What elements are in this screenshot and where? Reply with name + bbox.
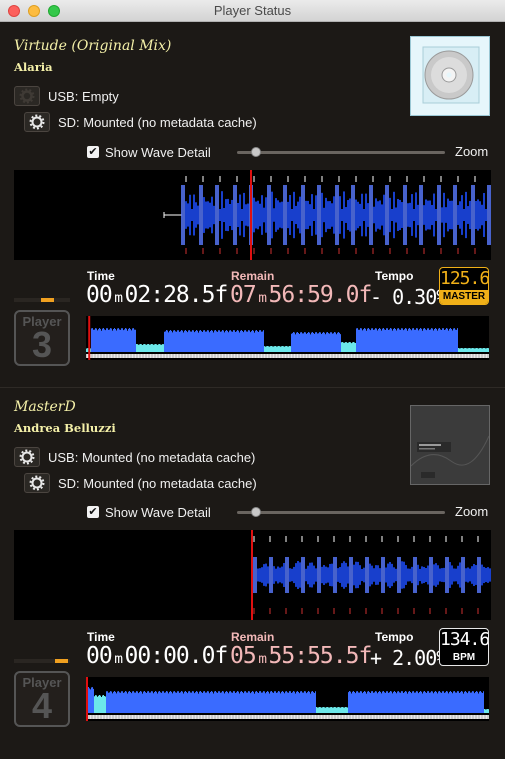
player-number: 4 [31,685,53,726]
bpm-label: BPM [452,652,476,663]
sd-settings-button[interactable] [24,473,50,493]
zoom-slider[interactable] [237,147,445,157]
bpm-display: 134.6 BPM [439,628,489,666]
player-number-badge: Player 3 [14,310,70,366]
track-title: Virtude (Original Mix) [14,38,172,54]
time-value: 00ₘ02:28.5f [86,282,228,308]
remain-value: 05ₘ55:55.5f [230,643,372,669]
tempo-value: + 2.00% [370,646,448,670]
time-value: 00ₘ00:00.0f [86,643,228,669]
sd-status: SD: Mounted (no metadata cache) [58,114,257,130]
sd-settings-button[interactable] [24,112,50,132]
sd-slot: SD: Mounted (no metadata cache) [24,472,257,494]
gear-icon [19,449,35,465]
usb-settings-button[interactable] [14,86,40,106]
album-art [410,405,490,485]
usb-settings-button[interactable] [14,447,40,467]
wave-detail-display[interactable] [14,170,491,260]
tempo-value: - 0.30% [370,285,448,309]
gear-icon [29,475,45,491]
track-artist: Andrea Belluzzi [14,421,116,435]
wave-detail-checkbox[interactable]: ✔ [87,146,99,158]
remain-label: Remain [231,630,275,644]
wave-detail-label: Show Wave Detail [105,144,211,160]
waveform-preview [85,677,489,721]
remain-value: 07ₘ56:59.0f [230,282,372,308]
waveform-overview[interactable] [85,677,489,721]
zoom-slider-knob[interactable] [250,507,261,517]
zoom-label: Zoom [455,144,489,159]
player-number: 3 [31,324,53,365]
waveform-preview [85,316,489,360]
bpm-display: 125.6 MASTER [439,267,489,305]
sd-slot: SD: Mounted (no metadata cache) [24,111,257,133]
wave-detail-toggle[interactable]: ✔ Show Wave Detail [87,143,211,161]
usb-status: USB: Empty [48,88,119,104]
waveform-detail [251,530,491,620]
bpm-value: 125.6 [440,268,489,289]
wave-detail-label: Show Wave Detail [105,504,211,520]
bpm-value: 134.6 [440,629,489,650]
usb-slot: USB: Empty [14,85,119,107]
gear-icon [19,88,35,104]
zoom-slider-knob[interactable] [250,147,261,157]
beat-meter [14,298,70,302]
sd-status: SD: Mounted (no metadata cache) [58,475,257,491]
time-label: Time [87,630,115,644]
player-number-badge: Player 4 [14,671,70,727]
player-panel-4: MasterD Andrea Belluzzi USB: Mounted (no… [0,399,505,759]
tempo-label: Tempo [375,269,414,283]
panel-divider [0,387,505,388]
master-badge: MASTER [440,290,488,304]
wave-detail-checkbox[interactable]: ✔ [87,506,99,518]
album-art [410,36,490,116]
zoom-label: Zoom [455,504,489,519]
usb-slot: USB: Mounted (no metadata cache) [14,446,255,468]
cd-icon [422,46,480,104]
waveform-detail [163,170,491,260]
wave-detail-toggle[interactable]: ✔ Show Wave Detail [87,503,211,521]
track-title: MasterD [14,399,76,415]
window-title: Player Status [213,3,292,18]
usb-status: USB: Mounted (no metadata cache) [48,449,256,465]
wave-detail-display[interactable] [14,530,491,620]
remain-label: Remain [231,269,275,283]
beat-meter [14,659,70,663]
title-bar: Player Status [0,0,505,22]
track-artist: Alaria [14,60,53,74]
player-panel-3: Virtude (Original Mix) Alaria USB: Empty… [0,36,505,398]
gear-icon [29,114,45,130]
zoom-slider[interactable] [237,507,445,517]
tempo-label: Tempo [375,630,414,644]
album-art-icon [410,406,490,484]
time-label: Time [87,269,115,283]
waveform-overview[interactable] [85,316,489,360]
